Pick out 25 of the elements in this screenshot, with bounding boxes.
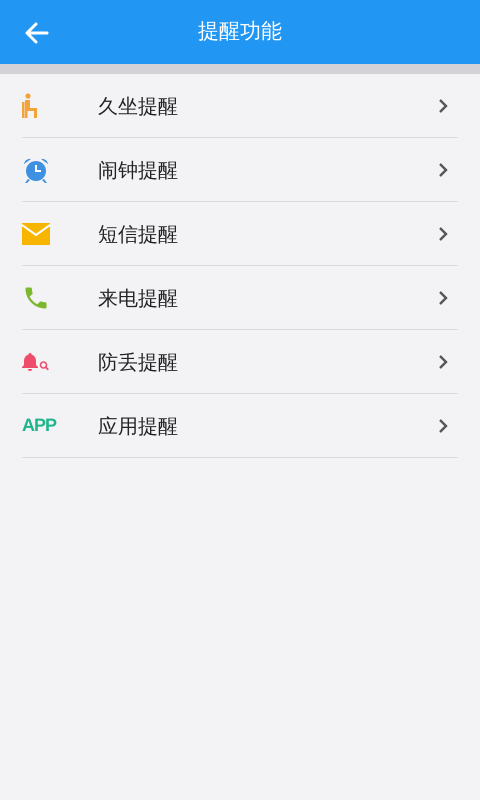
item-label: 应用提醒 <box>98 412 179 440</box>
item-label: 闹钟提醒 <box>98 156 179 184</box>
chevron-right-icon <box>438 226 448 242</box>
list-item[interactable]: 来电提醒 <box>22 266 458 330</box>
list-item[interactable]: 久坐提醒 <box>22 74 458 138</box>
list-item[interactable]: 防丢提醒 <box>22 330 458 394</box>
app-label-icon: APP <box>22 412 56 439</box>
chevron-right-icon <box>438 354 448 370</box>
alarm-clock-icon <box>22 156 50 182</box>
screen-title: 提醒功能 <box>198 18 282 46</box>
item-label: 防丢提醒 <box>98 348 179 376</box>
item-label: 久坐提醒 <box>98 92 179 120</box>
chevron-right-icon <box>438 290 448 306</box>
chevron-right-icon <box>438 418 448 434</box>
envelope-icon <box>22 222 50 244</box>
chevron-right-icon <box>438 98 448 114</box>
back-button[interactable] <box>24 20 50 46</box>
item-label: 来电提醒 <box>98 284 179 312</box>
list-item[interactable]: 闹钟提醒 <box>22 138 458 202</box>
bell-search-icon <box>22 352 50 372</box>
item-label: 短信提醒 <box>98 220 179 248</box>
list-item[interactable]: 短信提醒 <box>22 202 458 266</box>
back-arrow-icon <box>24 20 50 46</box>
chevron-right-icon <box>438 162 448 178</box>
list-item[interactable]: APP 应用提醒 <box>22 394 458 458</box>
